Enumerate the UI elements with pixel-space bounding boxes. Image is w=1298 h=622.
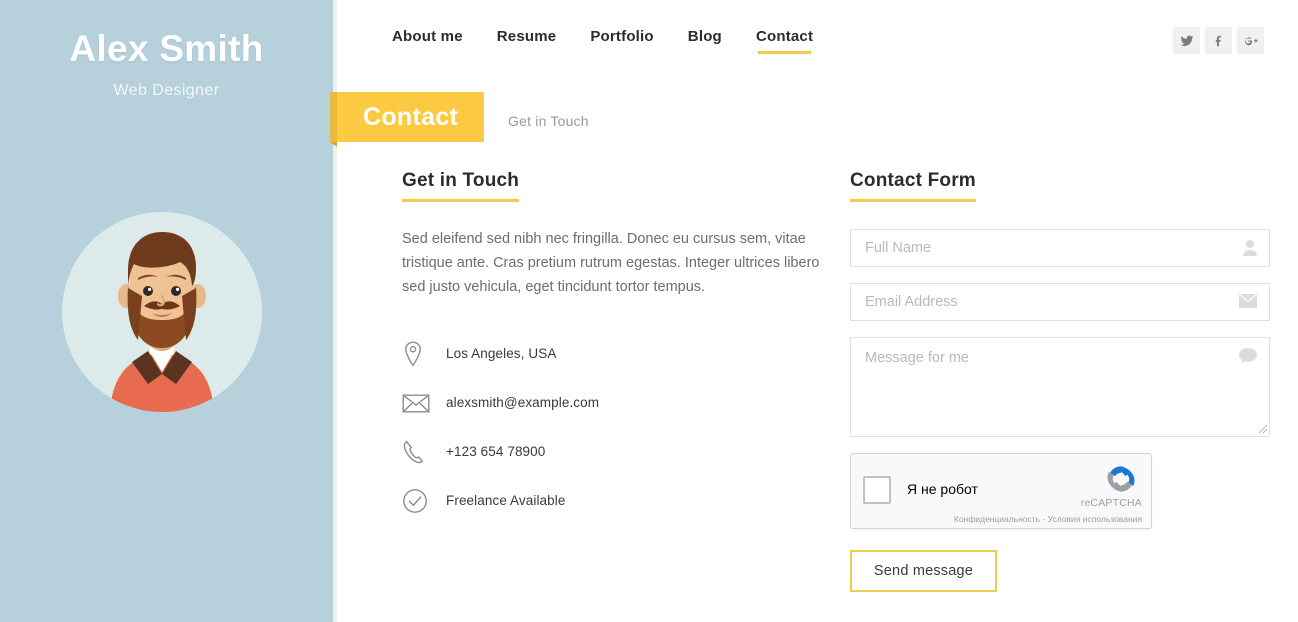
avatar: [62, 212, 262, 412]
contact-detail-text: Los Angeles, USA: [446, 346, 557, 361]
send-message-button[interactable]: Send message: [850, 550, 997, 592]
banner-subtitle: Get in Touch: [508, 113, 589, 129]
top-navigation: About me Resume Portfolio Blog Contact: [337, 0, 1298, 84]
facebook-icon[interactable]: [1205, 27, 1232, 54]
field-email: [850, 283, 1270, 321]
ribbon-fold: [330, 92, 337, 147]
recaptcha-terms[interactable]: Конфиденциальность - Условия использован…: [954, 514, 1142, 524]
nav-items: About me Resume Portfolio Blog Contact: [392, 28, 813, 54]
contact-detail-availability: Freelance Available: [402, 476, 832, 525]
envelope-icon: [402, 392, 446, 414]
profile-name: Alex Smith: [69, 28, 264, 69]
contact-detail-text: +123 654 78900: [446, 444, 546, 459]
bearded-man-avatar-illustration: [110, 232, 214, 412]
contact-details-list: Los Angeles, USA alexsmith@example.com +…: [402, 329, 832, 525]
contact-detail-phone: +123 654 78900: [402, 427, 832, 476]
recaptcha-label: Я не робот: [907, 481, 978, 497]
full-name-input[interactable]: [850, 229, 1270, 267]
page-banner: Contact: [330, 92, 485, 147]
contact-detail-email: alexsmith@example.com: [402, 378, 832, 427]
contact-page: Alex Smith Web Designer About me Resume …: [0, 0, 1298, 622]
ribbon-body: Contact: [337, 92, 485, 142]
main-content: About me Resume Portfolio Blog Contact C…: [330, 0, 1298, 622]
social-links: [1173, 27, 1264, 54]
intro-paragraph: Sed eleifend sed nibh nec fringilla. Don…: [402, 231, 820, 295]
banner-title: Contact: [363, 102, 459, 131]
contact-detail-location: Los Angeles, USA: [402, 329, 832, 378]
recaptcha-logo-icon: [1105, 463, 1137, 500]
section-heading-contact-form: Contact Form: [850, 170, 976, 202]
email-input[interactable]: [850, 283, 1270, 321]
contact-form: Я не робот reCAPTCHA: [850, 229, 1270, 592]
message-textarea[interactable]: [850, 337, 1270, 437]
contact-form-section: Contact Form Full Name Email Address Mes…: [850, 170, 1270, 592]
recaptcha-checkbox[interactable]: [863, 476, 891, 504]
twitter-icon[interactable]: [1173, 27, 1200, 54]
contact-detail-text: alexsmith@example.com: [446, 395, 600, 410]
nav-item-portfolio[interactable]: Portfolio: [590, 28, 653, 54]
check-circle-icon: [402, 488, 446, 514]
nav-item-contact[interactable]: Contact: [756, 28, 813, 54]
sidebar: Alex Smith Web Designer: [0, 0, 333, 622]
field-full-name: [850, 229, 1270, 267]
contact-detail-text: Freelance Available: [446, 493, 566, 508]
nav-item-about-me[interactable]: About me: [392, 28, 463, 54]
field-message: [850, 337, 1270, 437]
avatar-circle: [62, 212, 262, 412]
get-in-touch-section: Get in Touch Sed eleifend sed nibh nec f…: [402, 170, 832, 525]
google-plus-icon[interactable]: [1237, 27, 1264, 54]
nav-item-blog[interactable]: Blog: [688, 28, 722, 54]
phone-icon: [402, 439, 446, 465]
recaptcha-widget[interactable]: Я не робот reCAPTCHA Конфиденциальность …: [850, 453, 1152, 529]
profile-role: Web Designer: [113, 82, 220, 99]
section-heading-get-in-touch: Get in Touch: [402, 170, 520, 202]
nav-item-resume[interactable]: Resume: [497, 28, 557, 54]
location-pin-icon: [402, 340, 446, 368]
recaptcha-brand: reCAPTCHA: [1080, 497, 1142, 509]
